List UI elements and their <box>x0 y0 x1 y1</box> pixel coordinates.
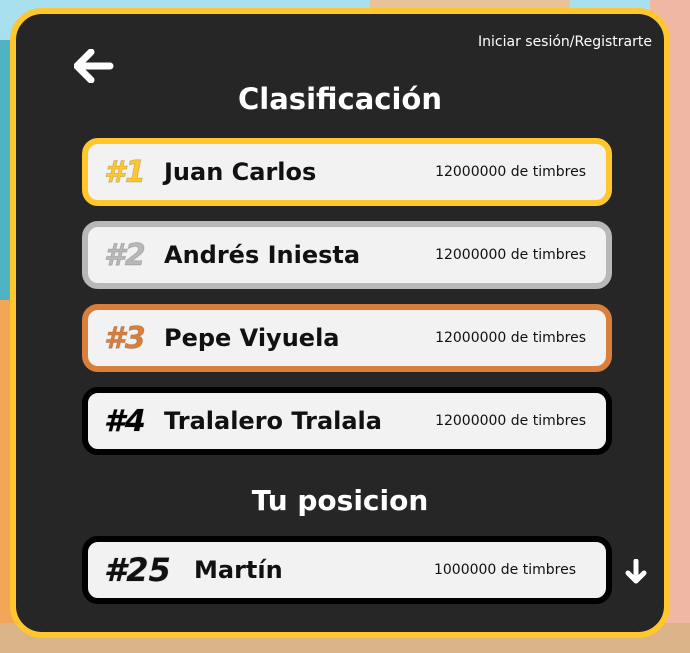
leaderboard-list: #1 Juan Carlos 12000000 de timbres #2 An… <box>82 138 612 470</box>
player-name: Juan Carlos <box>164 158 317 186</box>
player-name: Andrés Iniesta <box>164 241 361 269</box>
player-score: 12000000 de timbres <box>435 413 586 429</box>
rank-number: #25 <box>104 551 172 590</box>
leaderboard-row[interactable]: #3 Pepe Viyuela 12000000 de timbres <box>82 304 612 372</box>
player-name: Martín <box>194 556 283 584</box>
player-score: 12000000 de timbres <box>435 164 586 180</box>
scroll-down-button[interactable] <box>622 558 650 586</box>
leaderboard-row[interactable]: #1 Juan Carlos 12000000 de timbres <box>82 138 612 206</box>
my-position-heading: Tu posicion <box>251 484 429 517</box>
player-score: 12000000 de timbres <box>435 330 586 346</box>
leaderboard-row[interactable]: #2 Andrés Iniesta 12000000 de timbres <box>82 221 612 289</box>
player-name: Pepe Viyuela <box>164 324 340 352</box>
back-button[interactable] <box>72 46 116 86</box>
arrow-down-icon <box>625 559 647 584</box>
leaderboard-row[interactable]: #4 Tralalero Tralala 12000000 de timbres <box>82 387 612 455</box>
player-score: 1000000 de timbres <box>433 562 576 578</box>
rank-number: #4 <box>104 403 147 439</box>
rank-number: #3 <box>104 320 147 356</box>
leaderboard-panel: Iniciar sesión/Registrarte Clasificación… <box>10 8 670 638</box>
rank-number: #2 <box>104 237 147 273</box>
my-position-row[interactable]: #25 Martín 1000000 de timbres <box>82 536 612 604</box>
login-register-link[interactable]: Iniciar sesión/Registrarte <box>478 34 652 50</box>
player-score: 12000000 de timbres <box>435 247 586 263</box>
player-name: Tralalero Tralala <box>164 407 382 435</box>
arrow-left-icon <box>74 49 114 83</box>
page-title: Clasificación <box>238 82 442 116</box>
rank-number: #1 <box>104 154 147 190</box>
